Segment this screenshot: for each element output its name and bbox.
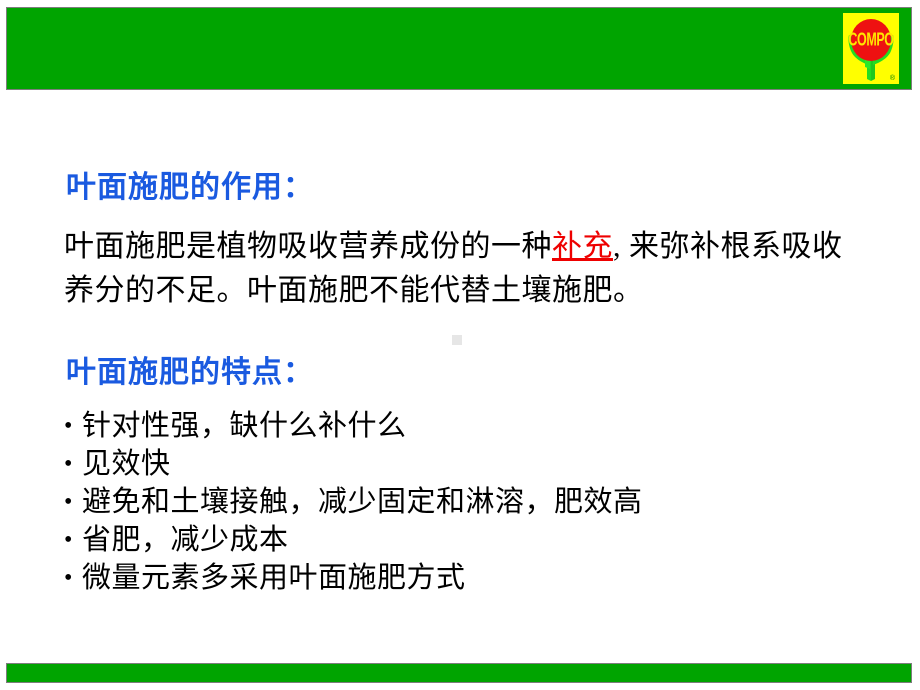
list-item: • 避免和土壤接触，减少固定和淋溶，肥效高 [64,483,884,521]
list-item: • 省肥，减少成本 [64,521,884,559]
logo-plate: COMPO ® [843,13,899,84]
stray-gray-square [452,335,462,345]
bullet-marker-icon: • [64,413,73,439]
features-bullet-list: • 针对性强，缺什么补什么 • 见效快 • 避免和土壤接触，减少固定和淋溶，肥效高 •… [64,407,884,597]
logo-wordmark: COMPO [848,29,894,50]
bullet-marker-icon: • [64,451,73,477]
section-heading-role: 叶面施肥的作用： [66,170,314,205]
list-item-label: 针对性强，缺什么补什么 [82,410,407,442]
list-item: • 针对性强，缺什么补什么 [64,407,884,445]
section-heading-features: 叶面施肥的特点： [66,355,314,390]
top-banner [6,7,912,90]
list-item-label: 见效快 [82,448,171,480]
list-item: • 微量元素多采用叶面施肥方式 [64,559,884,597]
compo-logo: COMPO ® [839,9,903,88]
bullet-marker-icon: • [64,527,73,553]
list-item-label: 微量元素多采用叶面施肥方式 [82,562,466,594]
slide-body: 叶面施肥的作用： 叶面施肥是植物吸收营养成份的一种补充, 来弥补根系吸收养分的不… [0,90,920,660]
list-item-label: 省肥，减少成本 [82,524,289,556]
paragraph-emphasis: 补充 [552,230,613,263]
slide-canvas: COMPO ® 叶面施肥的作用： 叶面施肥是植物吸收营养成份的一种补充, 来弥补… [0,0,920,690]
list-item-label: 避免和土壤接触，减少固定和淋溶，肥效高 [82,486,643,518]
paragraph-text-before: 叶面施肥是植物吸收营养成份的一种 [64,230,552,263]
role-paragraph: 叶面施肥是植物吸收营养成份的一种补充, 来弥补根系吸收养分的不足。叶面施肥不能代… [64,225,864,313]
list-item: • 见效快 [64,445,884,483]
bullet-marker-icon: • [64,565,73,591]
registered-mark-icon: ® [889,75,895,82]
bottom-banner [6,663,912,683]
bullet-marker-icon: • [64,489,73,515]
